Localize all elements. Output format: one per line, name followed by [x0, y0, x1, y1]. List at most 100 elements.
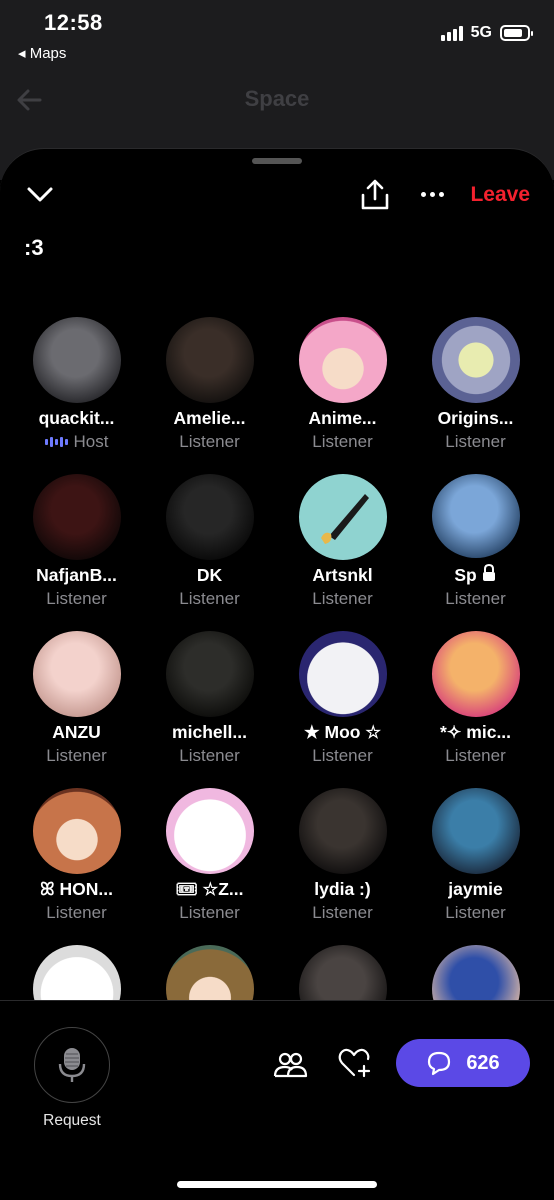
participant-avatar: [431, 788, 520, 874]
participant-role-text: Listener: [312, 903, 373, 922]
participant-avatar: [431, 631, 520, 717]
request-label: Request: [43, 1112, 101, 1129]
participant-item[interactable]: michell... Listener: [143, 631, 276, 766]
participant-item[interactable]: lydia :) Listener: [276, 788, 409, 923]
participant-name: Amelie...: [174, 409, 246, 429]
participant-name-text: michell...: [172, 722, 247, 743]
participant-item[interactable]: ★ Moo ☆ Listener: [276, 631, 409, 766]
sheet-grabber[interactable]: [252, 158, 302, 164]
participant-role: Listener: [445, 903, 505, 923]
participant-name: ꕤ HON...: [40, 880, 113, 900]
participant-role: Listener: [179, 746, 239, 766]
chat-button[interactable]: 626: [396, 1039, 530, 1087]
participant-item[interactable]: 🎟 ☆Z... Listener: [143, 788, 276, 923]
participant-role-text: Listener: [179, 432, 240, 451]
participant-avatar: [165, 631, 254, 717]
participant-role: Listener: [46, 903, 106, 923]
participant-item[interactable]: jaymie Listener: [409, 788, 542, 923]
participant-role-text: Listener: [445, 589, 506, 608]
participant-role: Listener: [46, 589, 106, 609]
back-to-app-link[interactable]: ◂ Maps: [18, 44, 66, 62]
participant-role-text: Listener: [312, 432, 373, 451]
participant-role: Listener: [46, 746, 106, 766]
participant-item[interactable]: Sp Listener: [409, 474, 542, 609]
speaking-icon: [44, 437, 68, 447]
participant-avatar: [32, 317, 121, 403]
participant-name: DK: [197, 566, 222, 586]
chevron-down-icon[interactable]: [24, 181, 56, 209]
participant-item[interactable]: ꕤ HON... Listener: [10, 788, 143, 923]
participant-name-text: Anime...: [308, 408, 377, 429]
participant-role-text: Listener: [312, 589, 373, 608]
bottom-bar: Request 626: [0, 1000, 554, 1200]
participant-name-text: Amelie...: [173, 408, 246, 429]
battery-icon: [500, 25, 533, 41]
participant-avatar: [32, 631, 121, 717]
participant-name-text: lydia :): [314, 879, 371, 900]
participant-role: Listener: [312, 432, 372, 452]
participant-name: ★ Moo ☆: [304, 723, 381, 743]
chat-bubble-icon: [428, 1051, 451, 1076]
participant-item[interactable]: Artsnkl Listener: [276, 474, 409, 609]
participant-name: *✧ mic...: [440, 723, 511, 743]
participant-name: ANZU: [52, 723, 101, 743]
participant-role-text: Listener: [445, 746, 506, 765]
more-icon[interactable]: [414, 179, 450, 209]
participant-name-text: *✧ mic...: [439, 722, 512, 743]
signal-icon: [440, 25, 463, 41]
participant-avatar: [165, 317, 254, 403]
participant-name-text: ★ Moo ☆: [303, 722, 382, 743]
lock-icon: [481, 564, 497, 586]
participant-name-text: quackit...: [38, 408, 115, 429]
participant-role-text: Listener: [46, 746, 107, 765]
participant-name: 🎟 ☆Z...: [175, 880, 243, 900]
status-time: 12:58: [44, 10, 103, 35]
request-button[interactable]: [34, 1027, 110, 1103]
network-type: 5G: [470, 24, 492, 41]
heart-plus-icon[interactable]: [336, 1045, 372, 1081]
participant-item[interactable]: Amelie... Listener: [143, 317, 276, 452]
participant-avatar: [298, 631, 387, 717]
people-icon[interactable]: [272, 1047, 308, 1083]
participant-role-text: Listener: [179, 589, 240, 608]
participant-name: Origins...: [438, 409, 514, 429]
participant-role: Listener: [445, 432, 505, 452]
participant-role: Host: [44, 432, 109, 452]
space-title: :3: [24, 235, 44, 260]
participant-avatar: [165, 474, 254, 560]
share-icon[interactable]: [357, 177, 393, 213]
home-indicator[interactable]: [177, 1181, 377, 1188]
participant-role-text: Listener: [46, 903, 107, 922]
participant-avatar: [32, 788, 121, 874]
participant-name-text: ANZU: [52, 722, 101, 743]
participant-name: jaymie: [448, 880, 502, 900]
participant-item[interactable]: *✧ mic... Listener: [409, 631, 542, 766]
participant-name: NafjanB...: [36, 566, 117, 586]
participant-role: Listener: [312, 746, 372, 766]
participant-role-text: Listener: [46, 589, 107, 608]
participant-role-text: Host: [73, 432, 109, 451]
participant-avatar: [298, 474, 387, 560]
participant-item[interactable]: Origins... Listener: [409, 317, 542, 452]
participant-item[interactable]: quackit... Host: [10, 317, 143, 452]
participant-name-text: jaymie: [448, 879, 503, 900]
participant-avatar: [32, 474, 121, 560]
participant-role-text: Listener: [445, 903, 506, 922]
participant-item[interactable]: DK Listener: [143, 474, 276, 609]
status-indicators: 5G: [440, 24, 533, 42]
participant-name-text: Origins...: [437, 408, 514, 429]
participant-name-text: 🎟 ☆Z...: [175, 879, 244, 900]
participant-name-text: Artsnkl: [312, 565, 373, 586]
participant-avatar: [431, 474, 520, 559]
participant-role-text: Listener: [445, 432, 506, 451]
participant-item[interactable]: Anime... Listener: [276, 317, 409, 452]
participant-item[interactable]: NafjanB... Listener: [10, 474, 143, 609]
underlying-nav: Space: [0, 78, 554, 122]
microphone-icon: [58, 1048, 86, 1082]
participant-grid: quackit... Host Amelie... Listener Anime... L…: [10, 317, 544, 1080]
underlying-title: Space: [244, 86, 310, 111]
participant-avatar: [431, 317, 520, 403]
leave-button[interactable]: Leave: [470, 183, 530, 207]
participant-item[interactable]: ANZU Listener: [10, 631, 143, 766]
participant-name-text: DK: [196, 565, 223, 586]
